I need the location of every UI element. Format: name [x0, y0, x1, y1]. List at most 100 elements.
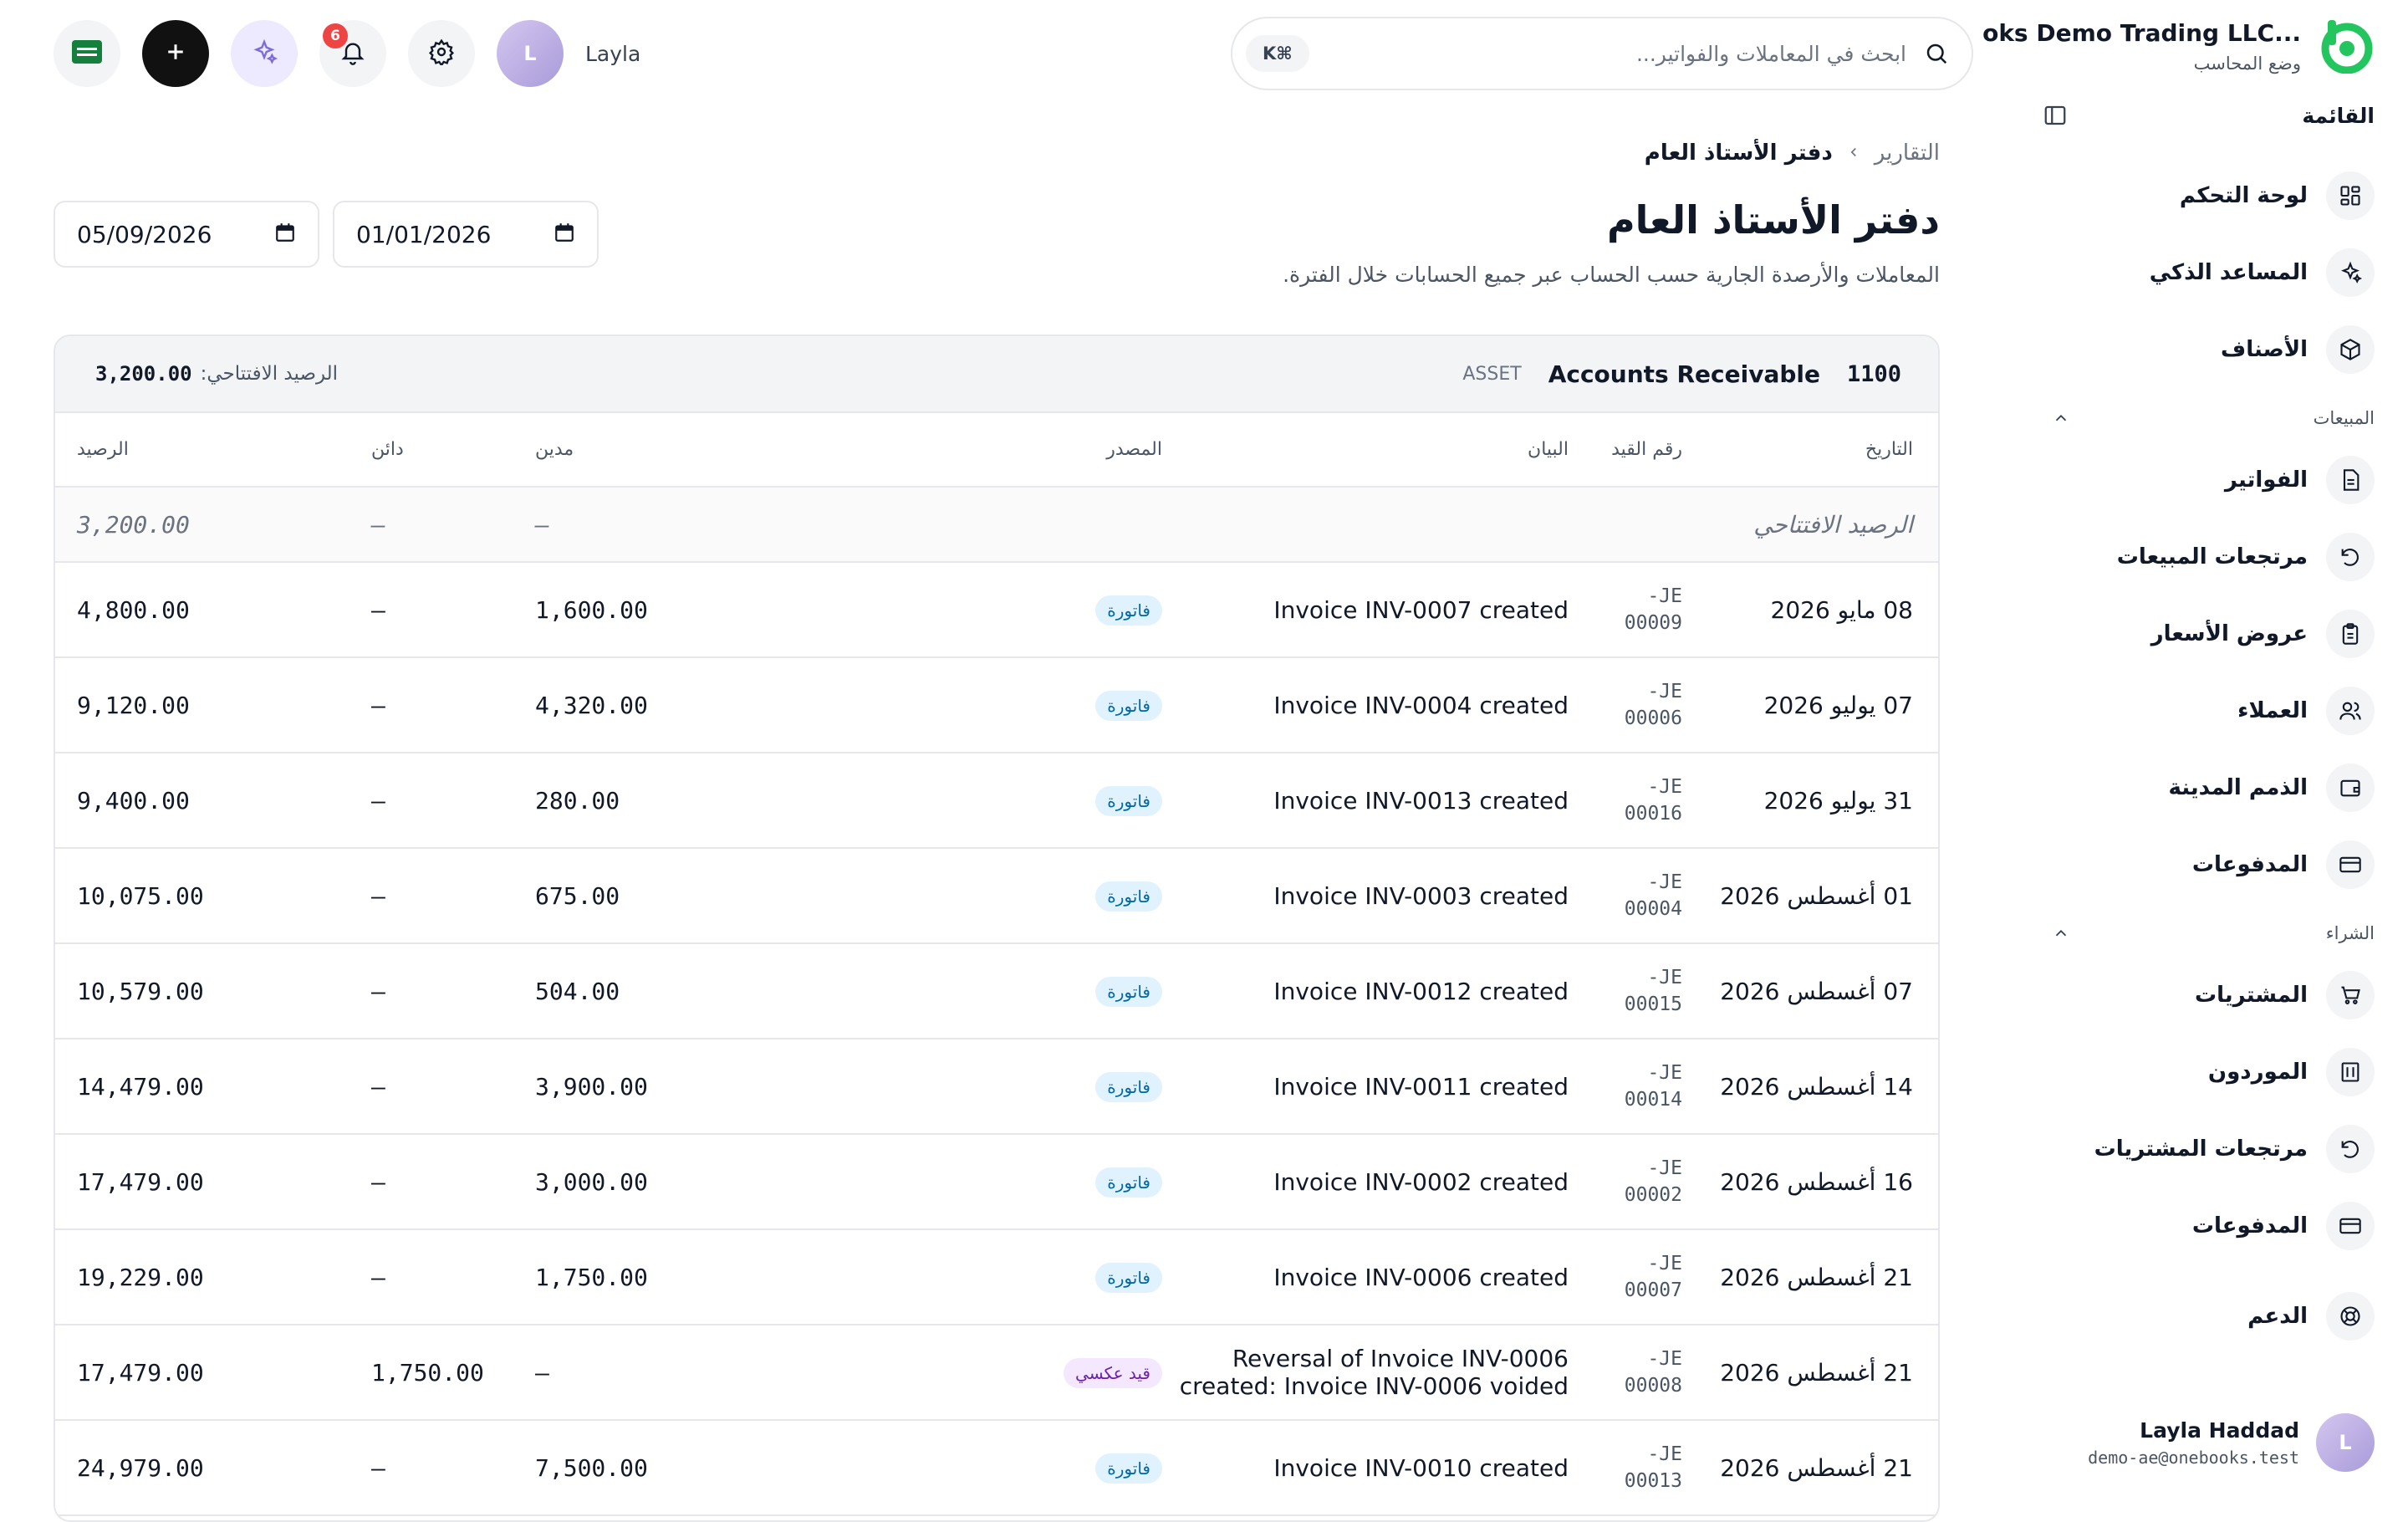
sidebar-item-suppliers[interactable]: الموردون: [2040, 1034, 2375, 1111]
sidebar-item-support[interactable]: الدعم: [2040, 1278, 2375, 1355]
sidebar-item-purchase-payments[interactable]: المدفوعات: [2040, 1187, 2375, 1264]
table-row[interactable]: 21 أغسطس 2026 JE- 00007 Invoice INV-0006 cr…: [55, 1229, 1938, 1325]
cell-je[interactable]: JE- 00007: [1569, 1229, 1682, 1325]
search-input[interactable]: [1309, 41, 1906, 66]
table-row[interactable]: 31 يوليو 2026 JE- 00016 Invoice INV-0013 cr…: [55, 753, 1938, 849]
cell-je[interactable]: JE- 00014: [1569, 1039, 1682, 1135]
cell-je[interactable]: JE- 00004: [1569, 848, 1682, 944]
sidebar-item-invoices[interactable]: الفواتير: [2040, 442, 2375, 518]
search-bar[interactable]: ⌘K: [1231, 17, 1973, 90]
cell-description: Invoice INV-0007 created: [1162, 562, 1569, 658]
ai-assistant-button[interactable]: [231, 20, 298, 87]
table-row[interactable]: 07 يوليو 2026 JE- 00006 Invoice INV-0004 cr…: [55, 657, 1938, 753]
section-purchases-header[interactable]: الشراء: [2040, 903, 2375, 957]
opening-balance-row: الرصيد الافتتاحي — — 3,200.00: [55, 487, 1938, 563]
sidebar-item-customers[interactable]: العملاء: [2040, 672, 2375, 749]
cell-description: Invoice INV-0004 created: [1162, 657, 1569, 753]
sidebar-item-purchases[interactable]: المشتريات: [2040, 957, 2375, 1034]
cell-balance: 10,075.00: [55, 848, 371, 944]
sidebar-item-items[interactable]: الأصناف: [2040, 311, 2375, 388]
breadcrumb-parent[interactable]: التقارير: [1875, 140, 1940, 166]
source-tag: فاتورة: [1095, 1071, 1162, 1102]
undo-icon: [2326, 1125, 2375, 1173]
column-header-debit[interactable]: مدين: [535, 413, 834, 488]
source-tag: فاتورة: [1095, 785, 1162, 816]
avatar: L: [2316, 1413, 2375, 1472]
table-row[interactable]: 21 أغسطس 2026 JE- 00008 Reversal of Invoice…: [55, 1325, 1938, 1421]
cell-date: 07 أغسطس 2026: [1682, 943, 1938, 1039]
je-number: 00015: [1624, 993, 1682, 1015]
column-header-source[interactable]: المصدر: [834, 413, 1162, 488]
sidebar-item-quotes[interactable]: عروض الأسعار: [2040, 595, 2375, 672]
cell-je[interactable]: JE- 00006: [1569, 657, 1682, 753]
column-header-description[interactable]: البيان: [1162, 413, 1569, 488]
cell-balance: 10,579.00: [55, 943, 371, 1039]
cell-debit: 3,000.00: [535, 1134, 834, 1230]
sidebar-item-receivables[interactable]: الذمم المدينة: [2040, 749, 2375, 826]
sidebar-item-label: الأصناف: [2221, 337, 2308, 362]
cell-date: 21 أغسطس 2026: [1682, 1420, 1938, 1516]
notifications-button[interactable]: 6: [319, 20, 386, 87]
je-prefix: JE-: [1647, 1157, 1682, 1179]
cell-date: 01 أغسطس 2026: [1682, 848, 1938, 944]
cell-je[interactable]: JE- 00002: [1569, 1134, 1682, 1230]
source-tag: فاتورة: [1095, 976, 1162, 1007]
cell-source: قيد عكسي: [834, 1325, 1162, 1421]
column-header-je[interactable]: رقم القيد: [1569, 413, 1682, 488]
cell-je[interactable]: JE- 00016: [1569, 753, 1682, 849]
sidebar-item-ai-assistant[interactable]: المساعد الذكي: [2040, 234, 2375, 311]
cell-je[interactable]: JE- 00008: [1569, 1325, 1682, 1421]
avatar[interactable]: L: [497, 20, 564, 87]
account-header: 1100 Accounts Receivable ASSET الرصيد ال…: [55, 336, 1938, 413]
sidebar-item-sales-returns[interactable]: مرتجعات المبيعات: [2040, 518, 2375, 595]
table-row[interactable]: 16 أغسطس 2026 JE- 00002 Invoice INV-0002 cr…: [55, 1134, 1938, 1230]
cell-date: 08 مايو 2026: [1682, 562, 1938, 658]
cell-je[interactable]: JE- 00013: [1569, 1420, 1682, 1516]
sidebar-item-sales-payments[interactable]: المدفوعات: [2040, 826, 2375, 903]
cell-je[interactable]: JE- 00009: [1569, 562, 1682, 658]
chevron-up-icon[interactable]: [2048, 406, 2074, 431]
brand[interactable]: ...oks Demo Trading LLC وضع المحاسب: [1982, 18, 2375, 74]
add-button[interactable]: [142, 20, 209, 87]
account-code: 1100: [1846, 360, 1901, 387]
plus-icon: [163, 39, 188, 68]
sidebar-item-label: المدفوعات: [2191, 1213, 2308, 1239]
opening-balance-value: 3,200.00: [95, 362, 192, 386]
column-header-balance[interactable]: الرصيد: [55, 413, 371, 488]
empty-cell: [1569, 487, 1682, 563]
calendar-icon[interactable]: [554, 222, 575, 247]
table-row[interactable]: 21 أغسطس 2026 JE- 00013 Invoice INV-0010 cr…: [55, 1420, 1938, 1516]
table-row[interactable]: 08 مايو 2026 JE- 00009 Invoice INV-0007 cre…: [55, 562, 1938, 658]
chevron-up-icon[interactable]: [2048, 921, 2074, 946]
dashboard-icon: [2326, 171, 2375, 220]
table-row[interactable]: 07 أغسطس 2026 JE- 00015 Invoice INV-0012 cr…: [55, 943, 1938, 1039]
cell-debit: 504.00: [535, 943, 834, 1039]
wallet-icon: [2326, 764, 2375, 812]
sidebar-item-purchase-returns[interactable]: مرتجعات المشتريات: [2040, 1111, 2375, 1187]
sidebar-nav: لوحة التحكم المساعد الذكي الأصناف المبيع…: [2040, 157, 2375, 1355]
sheet-button[interactable]: [54, 20, 120, 87]
calendar-icon[interactable]: [274, 222, 296, 247]
je-prefix: JE-: [1647, 681, 1682, 702]
cell-description: Invoice INV-0006 created: [1162, 1229, 1569, 1325]
section-sales-header[interactable]: المبيعات: [2040, 388, 2375, 442]
cell-date: 14 أغسطس 2026: [1682, 1039, 1938, 1135]
user-profile[interactable]: L Layla Haddad demo-ae@onebooks.test: [2088, 1413, 2375, 1472]
table-row[interactable]: 01 أغسطس 2026 JE- 00004 Invoice INV-0003 cr…: [55, 848, 1938, 944]
je-number: 00008: [1624, 1375, 1682, 1397]
settings-button[interactable]: [408, 20, 475, 87]
column-header-credit[interactable]: دائن: [371, 413, 535, 488]
cell-je[interactable]: JE- 00015: [1569, 943, 1682, 1039]
column-header-date[interactable]: التاريخ: [1682, 413, 1938, 488]
cell-balance: 24,979.00: [55, 1420, 371, 1516]
cell-source: فاتورة: [834, 562, 1162, 658]
cell-source: فاتورة: [834, 943, 1162, 1039]
sidebar-item-dashboard[interactable]: لوحة التحكم: [2040, 157, 2375, 234]
cell-balance: 4,800.00: [55, 562, 371, 658]
cell-description: Reversal of Invoice INV-0006 created: In…: [1162, 1325, 1569, 1421]
sidebar-toggle-icon[interactable]: [2040, 100, 2070, 130]
date-to-input[interactable]: 05/09/2026: [54, 201, 319, 268]
table-row[interactable]: 14 أغسطس 2026 JE- 00014 Invoice INV-0011 cr…: [55, 1039, 1938, 1135]
sidebar-item-label: المدفوعات: [2191, 852, 2308, 877]
date-from-input[interactable]: 01/01/2026: [333, 201, 599, 268]
